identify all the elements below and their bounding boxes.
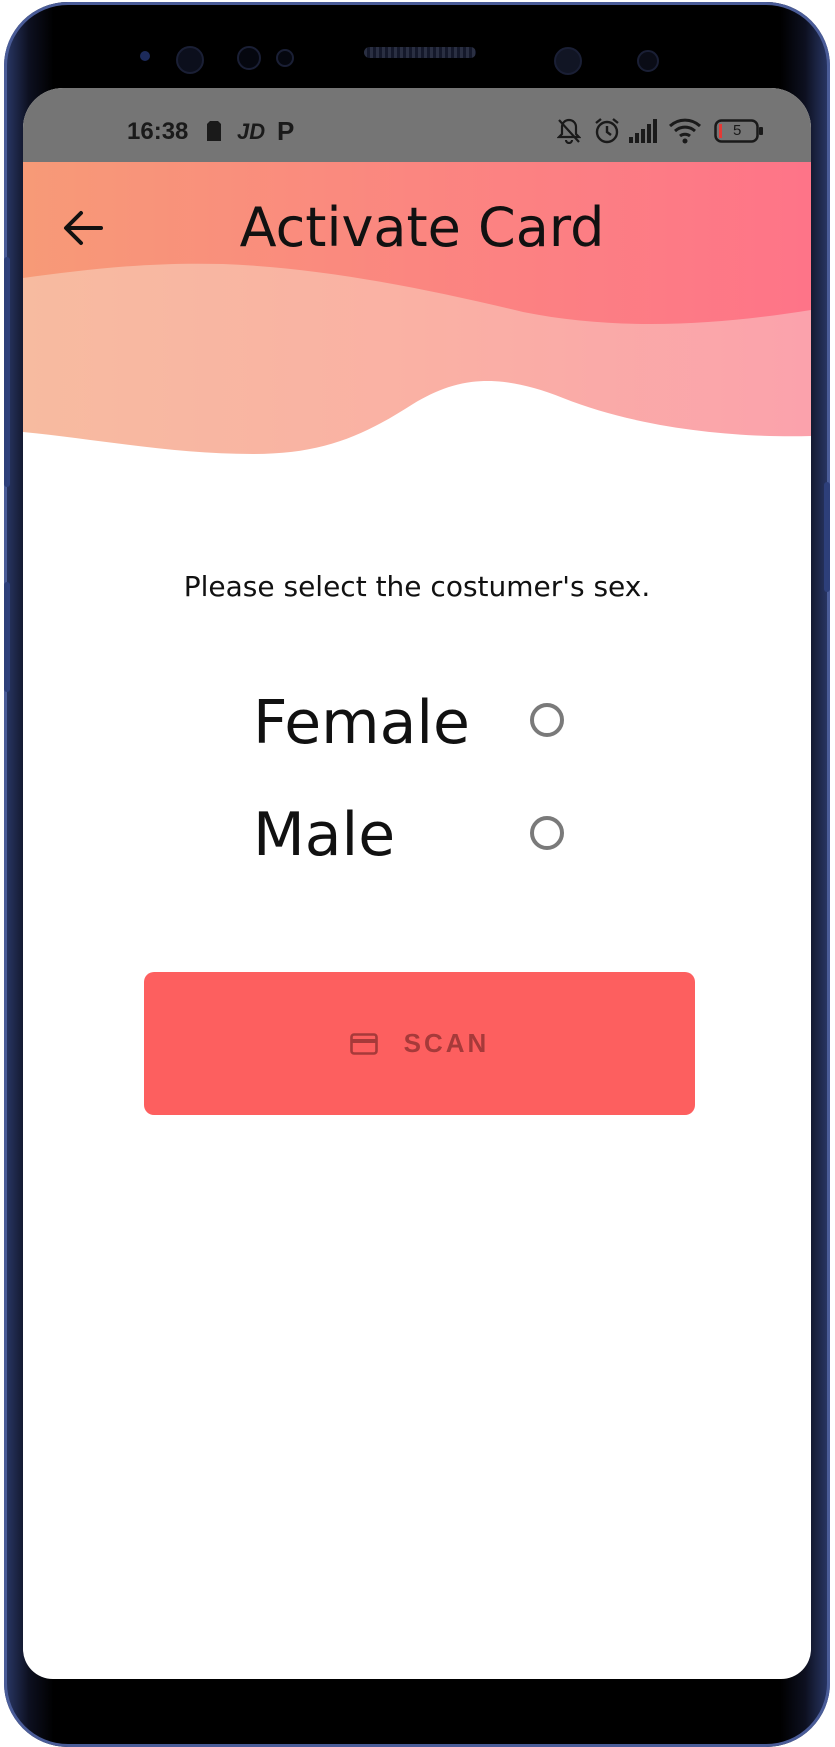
bixby-button xyxy=(4,582,10,692)
front-camera-main-icon xyxy=(554,47,582,75)
status-time: 16:38 xyxy=(127,118,189,145)
earpiece-speaker xyxy=(364,47,476,58)
scan-button-label: SCAN xyxy=(403,1028,490,1058)
header-banner: Activate Card xyxy=(23,162,811,472)
credit-card-icon xyxy=(349,1032,378,1055)
parking-app-icon: P xyxy=(277,116,297,146)
battery-level: 5 xyxy=(733,122,742,139)
signal-icon xyxy=(629,119,659,147)
svg-text:P: P xyxy=(277,118,294,142)
radio-male[interactable] xyxy=(530,816,564,850)
camera-bar xyxy=(4,2,830,90)
option-label-male[interactable]: Male xyxy=(253,800,395,870)
power-button xyxy=(824,482,830,592)
iris-sensor xyxy=(237,46,261,70)
svg-text:JD: JD xyxy=(237,120,265,142)
sim-icon xyxy=(207,121,221,145)
page-title: Activate Card xyxy=(239,196,605,259)
scan-button[interactable]: SCAN xyxy=(144,972,695,1115)
volume-button xyxy=(4,257,10,487)
sensor-dot xyxy=(140,51,150,61)
option-label-female[interactable]: Female xyxy=(253,688,470,758)
front-camera-icon xyxy=(176,46,204,74)
jd-app-icon: JD xyxy=(237,119,265,146)
phone-frame: 16:38 JD P 5 Activate Card Please select… xyxy=(4,2,830,1747)
app-screen: 16:38 JD P 5 Activate Card Please select… xyxy=(23,88,811,1679)
battery-icon: 5 xyxy=(714,119,764,147)
sex-selection-prompt: Please select the costumer's sex. xyxy=(183,570,651,603)
bell-off-icon xyxy=(556,118,582,148)
iris-sensor-2 xyxy=(276,49,294,67)
radio-female[interactable] xyxy=(530,703,564,737)
alarm-icon xyxy=(593,117,621,149)
status-bar: 16:38 JD P 5 xyxy=(23,88,811,162)
wifi-icon xyxy=(668,118,702,148)
proximity-sensor xyxy=(637,50,659,72)
